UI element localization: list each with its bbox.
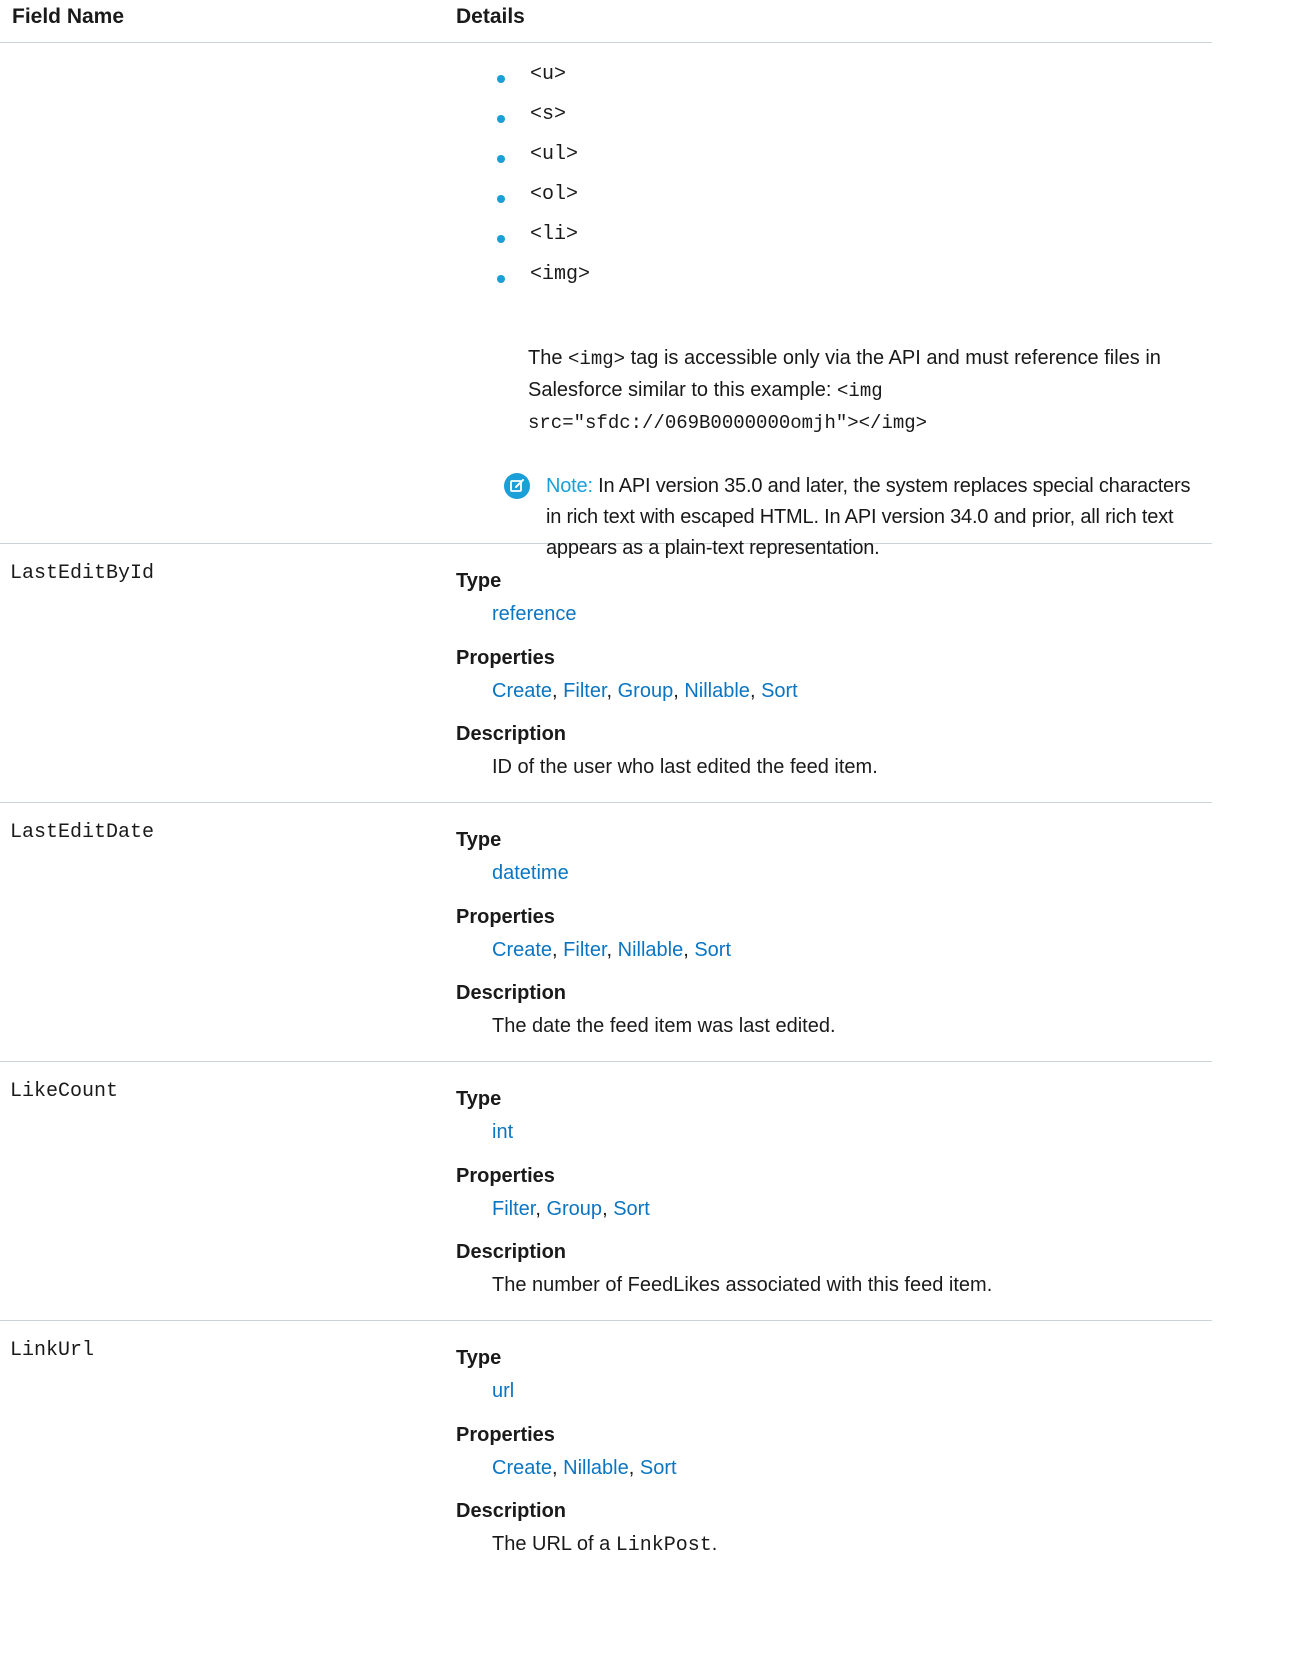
description-text-part: .	[711, 1533, 718, 1555]
properties-label: Properties	[456, 906, 555, 928]
type-label: Type	[456, 570, 502, 592]
description-label: Description	[456, 982, 567, 1004]
property-link[interactable]: Create	[492, 939, 552, 961]
img-example-code: src="sfdc://069B0000000omjh"></img>	[528, 412, 928, 434]
property-link[interactable]: Sort	[640, 1457, 677, 1479]
bullet-icon	[497, 115, 505, 123]
bullet-icon	[497, 195, 505, 203]
property-link[interactable]: Nillable	[618, 939, 684, 961]
bullet-icon	[497, 235, 505, 243]
properties-label: Properties	[456, 647, 555, 669]
field-name: LinkUrl	[10, 1339, 95, 1362]
properties-value: Create, Filter, Group, Nillable, Sort	[492, 680, 798, 702]
property-link[interactable]: Nillable	[684, 680, 750, 702]
field-name: LastEditById	[10, 562, 155, 585]
property-link[interactable]: Nillable	[563, 1457, 629, 1479]
type-link[interactable]: reference	[492, 603, 577, 625]
type-value: url	[492, 1380, 514, 1403]
description-text: The date the feed item was last edited.	[492, 1015, 836, 1037]
type-link[interactable]: url	[492, 1380, 514, 1402]
table-row: LastEditDate Type datetime Properties Cr…	[0, 803, 1212, 1062]
description-text: The number of FeedLikes associated with …	[492, 1274, 993, 1296]
note-label: Note:	[546, 475, 593, 497]
description-label: Description	[456, 723, 567, 745]
tag-code: <li>	[530, 223, 579, 246]
properties-value: Create, Filter, Nillable, Sort	[492, 939, 732, 961]
type-label: Type	[456, 1088, 502, 1110]
img-para-text: The	[528, 347, 563, 369]
field-name: LastEditDate	[10, 821, 155, 844]
field-name: LikeCount	[10, 1080, 119, 1103]
type-value: datetime	[492, 862, 569, 885]
properties-label: Properties	[456, 1165, 555, 1187]
property-link[interactable]: Sort	[761, 680, 798, 702]
edit-note-icon	[504, 473, 530, 499]
header-field-name: Field Name	[12, 5, 125, 28]
properties-value: Create, Nillable, Sort	[492, 1457, 677, 1479]
table-header: Field Name Details	[0, 0, 1212, 43]
property-link[interactable]: Group	[618, 680, 674, 702]
bullet-icon	[497, 275, 505, 283]
properties-value: Filter, Group, Sort	[492, 1198, 650, 1220]
description-code: LinkPost	[615, 1534, 712, 1557]
properties-label: Properties	[456, 1424, 555, 1446]
tag-code: <img>	[530, 263, 591, 286]
property-link[interactable]: Filter	[563, 939, 606, 961]
property-link[interactable]: Filter	[492, 1198, 535, 1220]
table-row: LinkUrl Type url Properties Create, Nill…	[0, 1321, 1212, 1579]
field-table: Field Name Details <u> <s> <ul> <ol> <li…	[0, 0, 1212, 1579]
tag-code: <u>	[530, 63, 567, 86]
tag-code: <ul>	[530, 143, 579, 166]
type-label: Type	[456, 1347, 502, 1369]
tag-code: <ol>	[530, 183, 579, 206]
table-row: LikeCount Type int Properties Filter, Gr…	[0, 1062, 1212, 1321]
type-value: int	[492, 1121, 513, 1144]
img-tag-code: <img>	[568, 348, 626, 370]
img-tag-paragraph: The <img> tag is accessible only via the…	[528, 343, 1208, 439]
tag-code: <s>	[530, 103, 567, 126]
description-label: Description	[456, 1500, 567, 1522]
bullet-icon	[497, 75, 505, 83]
property-link[interactable]: Group	[546, 1198, 602, 1220]
description-text: ID of the user who last edited the feed …	[492, 756, 878, 778]
table-row-continuation: <u> <s> <ul> <ol> <li> <img> The <img> t…	[0, 43, 1212, 559]
property-link[interactable]: Filter	[563, 680, 606, 702]
property-link[interactable]: Create	[492, 1457, 552, 1479]
property-link[interactable]: Sort	[613, 1198, 650, 1220]
table-row: LastEditById Type reference Properties C…	[0, 544, 1212, 803]
type-value: reference	[492, 603, 577, 626]
header-details: Details	[456, 5, 525, 28]
property-link[interactable]: Sort	[694, 939, 731, 961]
type-label: Type	[456, 829, 502, 851]
img-example-code: <img	[837, 380, 883, 402]
type-link[interactable]: datetime	[492, 862, 569, 884]
property-link[interactable]: Create	[492, 680, 552, 702]
type-link[interactable]: int	[492, 1121, 513, 1143]
description-text: The URL of a LinkPost.	[492, 1533, 717, 1557]
bullet-icon	[497, 155, 505, 163]
description-text-part: The URL of a	[492, 1533, 611, 1555]
description-label: Description	[456, 1241, 567, 1263]
